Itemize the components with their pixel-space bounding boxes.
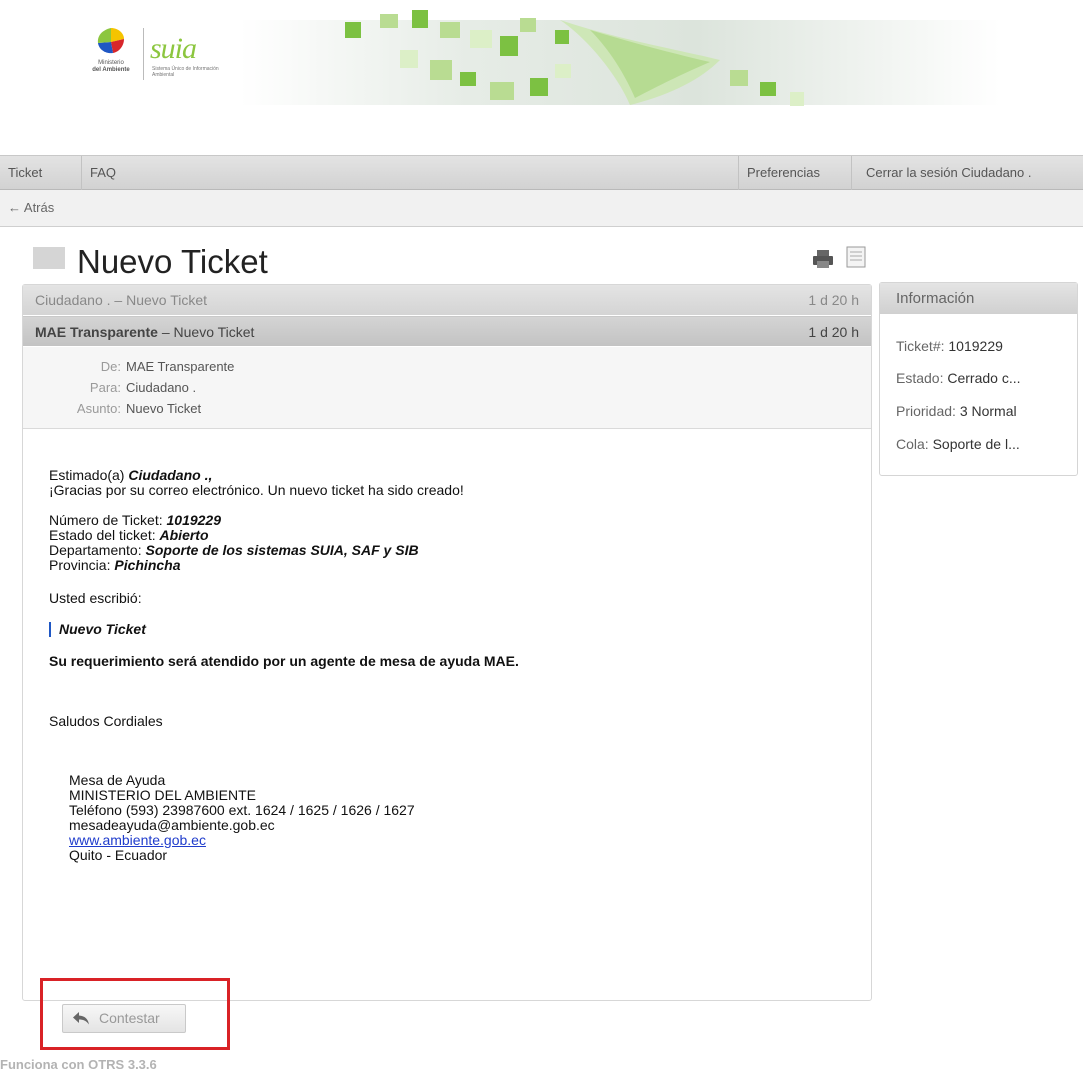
signature-line: MINISTERIO DEL AMBIENTE	[69, 787, 256, 803]
info-priority: Prioridad: 3 Normal	[896, 403, 1017, 419]
header-value: Ciudadano .	[126, 380, 197, 395]
banner-square	[490, 82, 514, 100]
nav-separator	[851, 156, 852, 190]
signature-line: Quito - Ecuador	[69, 847, 168, 863]
nav-separator	[738, 156, 739, 190]
header-subject: Asunto: Nuevo Ticket	[23, 399, 871, 419]
article-subject: Nuevo Ticket	[173, 324, 255, 340]
header-label: Asunto:	[76, 401, 121, 416]
plain-view-icon[interactable]	[846, 246, 866, 268]
header-label: Para:	[89, 380, 121, 395]
back-bar: ← Atrás	[0, 190, 1083, 227]
nav-ticket[interactable]: Ticket	[2, 156, 48, 190]
banner-square	[470, 30, 492, 48]
banner-leaf-shape	[560, 20, 720, 105]
footer-powered-by: Funciona con OTRS 3.3.6	[0, 1057, 157, 1072]
article-headers: De: MAE Transparente Para: Ciudadano . A…	[23, 347, 871, 429]
article-subject: Nuevo Ticket	[126, 292, 208, 308]
article-age: 1 d 20 h	[808, 292, 859, 308]
logo-divider	[143, 28, 144, 80]
article-separator: –	[110, 292, 127, 308]
ministry-name: Ministerio del Ambiente	[92, 60, 130, 73]
reply-button[interactable]: Contestar	[62, 1004, 186, 1033]
body-province: Provincia: Pichincha	[49, 557, 181, 573]
info-state: Estado: Cerrado c...	[896, 370, 1021, 386]
header-banner: Ministerio del Ambiente suia Sistema Úni…	[0, 0, 1083, 118]
navigation-bar: Ticket FAQ Preferencias Cerrar la sesión…	[0, 155, 1083, 190]
info-panel: Información Ticket#: 1019229 Estado: Cer…	[879, 282, 1078, 476]
ministry-logo: Ministerio del Ambiente suia Sistema Úni…	[86, 26, 236, 86]
reply-arrow-icon	[73, 1012, 89, 1025]
body-greeting: Estimado(a) Ciudadano .,	[49, 467, 213, 483]
banner-square	[460, 72, 476, 86]
body-notice: Su requerimiento será atendido por un ag…	[49, 653, 519, 669]
banner-square	[430, 60, 452, 80]
banner-square	[760, 82, 776, 96]
signature-line: Teléfono (593) 23987600 ext. 1624 / 1625…	[69, 802, 415, 818]
header-label: De:	[100, 359, 121, 374]
nav-logout[interactable]: Cerrar la sesión Ciudadano .	[860, 156, 1037, 190]
info-queue: Cola: Soporte de l...	[896, 436, 1020, 452]
article-row[interactable]: Ciudadano . – Nuevo Ticket 1 d 20 h	[23, 285, 871, 315]
header-to: Para: Ciudadano .	[23, 378, 871, 398]
banner-square	[440, 22, 460, 38]
article-row-selected[interactable]: MAE Transparente – Nuevo Ticket 1 d 20 h	[23, 316, 871, 346]
article-separator: –	[157, 324, 174, 340]
signature-line: mesadeayuda@ambiente.gob.ec	[69, 817, 275, 833]
article-age: 1 d 20 h	[808, 324, 859, 340]
banner-square	[400, 50, 418, 68]
page-title: Nuevo Ticket	[77, 243, 268, 280]
body-ticket-number: Número de Ticket: 1019229	[49, 512, 222, 528]
back-link[interactable]: ← Atrás	[8, 190, 54, 226]
nav-separator	[81, 156, 82, 190]
signature: Mesa de Ayuda MINISTERIO DEL AMBIENTE Te…	[69, 773, 415, 863]
article-from: MAE Transparente	[35, 324, 158, 340]
banner-square	[790, 92, 804, 106]
print-icon[interactable]	[812, 249, 834, 269]
suia-logo-text: suia	[150, 32, 197, 65]
signature-line: Mesa de Ayuda	[69, 772, 166, 788]
banner-square	[530, 78, 548, 96]
body-department: Departamento: Soporte de los sistemas SU…	[49, 542, 419, 558]
banner-square	[412, 10, 428, 28]
info-ticket-number: Ticket#: 1019229	[896, 338, 1003, 354]
ticket-title-icon	[33, 247, 65, 269]
banner-square	[380, 14, 398, 28]
banner-square	[345, 22, 361, 38]
article-panel: Ciudadano . – Nuevo Ticket 1 d 20 h MAE …	[22, 284, 872, 1001]
banner-square	[520, 18, 536, 32]
ministry-emblem-icon	[97, 28, 124, 54]
header-from: De: MAE Transparente	[23, 357, 871, 377]
body-regards: Saludos Cordiales	[49, 713, 163, 729]
banner-square	[730, 70, 748, 86]
header-value: MAE Transparente	[126, 359, 235, 374]
nav-preferences[interactable]: Preferencias	[741, 156, 826, 190]
body-state: Estado del ticket: Abierto	[49, 527, 209, 543]
banner-square	[500, 36, 518, 56]
body-quote: Nuevo Ticket	[49, 622, 146, 637]
suia-subtitle: Sistema Único de Información Ambiental	[152, 66, 219, 78]
reply-button-label: Contestar	[99, 1010, 160, 1026]
body-you-wrote: Usted escribió:	[49, 590, 142, 606]
signature-website-link[interactable]: www.ambiente.gob.ec	[69, 832, 206, 848]
header-value: Nuevo Ticket	[126, 401, 202, 416]
nav-faq[interactable]: FAQ	[84, 156, 122, 190]
body-thanks: ¡Gracias por su correo electrónico. Un n…	[49, 482, 464, 498]
info-panel-title: Información	[880, 283, 1077, 314]
article-from: Ciudadano .	[35, 292, 111, 308]
